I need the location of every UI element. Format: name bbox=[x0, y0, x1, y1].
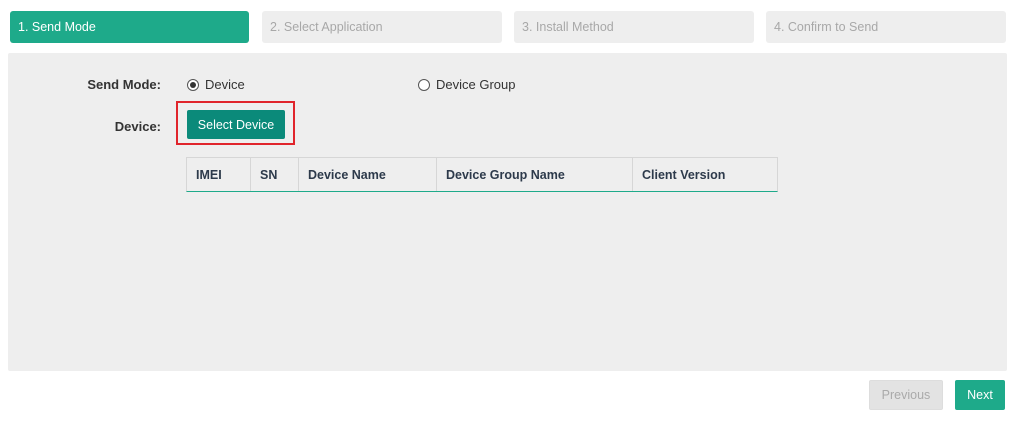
column-header-sn[interactable]: SN bbox=[251, 158, 299, 191]
step-send-mode[interactable]: 1. Send Mode bbox=[10, 11, 249, 43]
previous-button[interactable]: Previous bbox=[869, 380, 943, 410]
device-label: Device: bbox=[114, 119, 161, 134]
column-header-client-version[interactable]: Client Version bbox=[633, 158, 777, 191]
next-button[interactable]: Next bbox=[955, 380, 1005, 410]
form-panel: Send Mode: Device Device Group Device: S… bbox=[8, 53, 1007, 371]
step-select-application[interactable]: 2. Select Application bbox=[262, 11, 502, 43]
select-device-button[interactable]: Select Device bbox=[187, 110, 285, 139]
radio-checked-icon[interactable] bbox=[187, 78, 199, 91]
step-install-method[interactable]: 3. Install Method bbox=[514, 11, 754, 43]
column-header-device-group-name[interactable]: Device Group Name bbox=[437, 158, 633, 191]
wizard-steps: 1. Send Mode 2. Select Application 3. In… bbox=[10, 11, 1006, 43]
radio-device[interactable]: Device bbox=[187, 77, 245, 92]
radio-unchecked-icon[interactable] bbox=[418, 78, 430, 91]
step-confirm-to-send[interactable]: 4. Confirm to Send bbox=[766, 11, 1006, 43]
radio-device-group-label: Device Group bbox=[436, 77, 516, 92]
radio-device-group[interactable]: Device Group bbox=[418, 77, 515, 92]
column-header-device-name[interactable]: Device Name bbox=[299, 158, 437, 191]
column-header-imei[interactable]: IMEI bbox=[187, 158, 251, 191]
send-mode-label: Send Mode: bbox=[87, 77, 161, 92]
radio-device-label: Device bbox=[205, 77, 245, 92]
device-table-header: IMEI SN Device Name Device Group Name Cl… bbox=[186, 157, 778, 192]
